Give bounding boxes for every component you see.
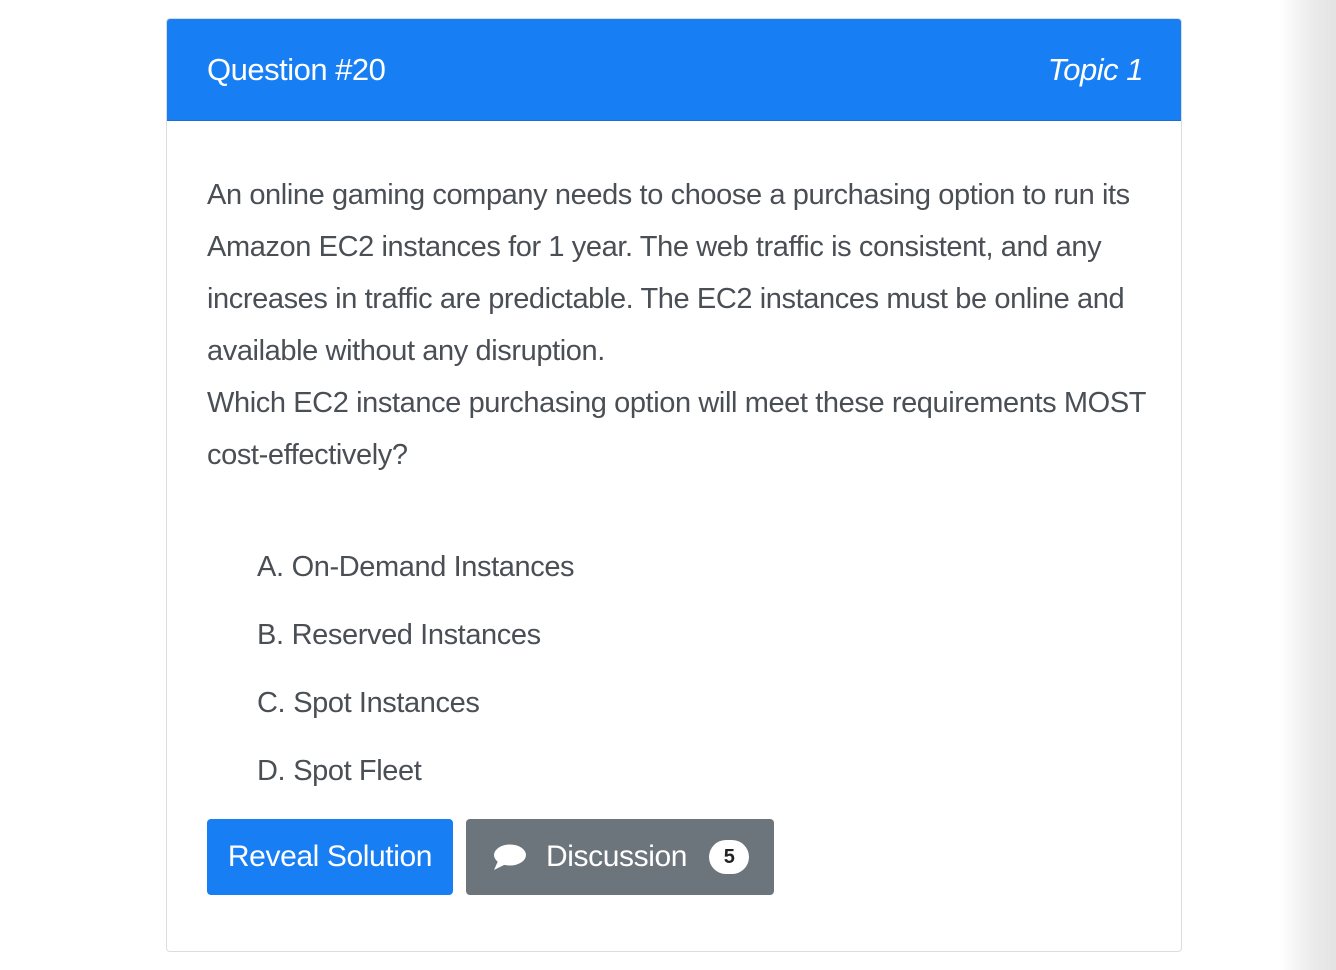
chat-bubble-icon xyxy=(494,844,526,870)
question-text-line: An online gaming company needs to choose… xyxy=(207,179,1130,367)
choice-letter: D. xyxy=(257,755,286,787)
discussion-label: Discussion xyxy=(546,840,688,873)
choice-item-b[interactable]: B. Reserved Instances xyxy=(257,613,1141,681)
question-title: Question #20 xyxy=(207,51,386,87)
question-card: Question #20 Topic 1 An online gaming co… xyxy=(166,18,1182,952)
reveal-solution-label: Reveal Solution xyxy=(227,840,433,873)
choice-letter: C. xyxy=(257,687,286,719)
choice-text: Spot Fleet xyxy=(293,755,422,787)
choice-text: Spot Instances xyxy=(293,687,480,719)
choice-item-d[interactable]: D. Spot Fleet xyxy=(257,749,1141,817)
question-body: An online gaming company needs to choose… xyxy=(167,121,1181,895)
choice-item-c[interactable]: C. Spot Instances xyxy=(257,681,1141,749)
choices-list: A. On-Demand Instances B. Reserved Instanc… xyxy=(207,545,1141,817)
window-edge-shadow xyxy=(1280,0,1336,970)
discussion-button[interactable]: Discussion 5 xyxy=(466,819,774,895)
action-buttons: Reveal Solution Discussion 5 xyxy=(207,819,1141,895)
question-text-line: Which EC2 instance purchasing option wil… xyxy=(207,387,1146,471)
choice-letter: B. xyxy=(257,619,284,651)
discussion-count-badge: 5 xyxy=(709,840,750,874)
reveal-solution-button[interactable]: Reveal Solution xyxy=(207,819,453,895)
question-header: Question #20 Topic 1 xyxy=(167,19,1181,121)
choice-text: On-Demand Instances xyxy=(291,551,575,583)
choice-text: Reserved Instances xyxy=(291,619,542,651)
choice-item-a[interactable]: A. On-Demand Instances xyxy=(257,545,1141,613)
question-text: An online gaming company needs to choose… xyxy=(207,169,1152,481)
topic-label: Topic 1 xyxy=(1047,51,1144,87)
choice-letter: A. xyxy=(257,551,284,583)
